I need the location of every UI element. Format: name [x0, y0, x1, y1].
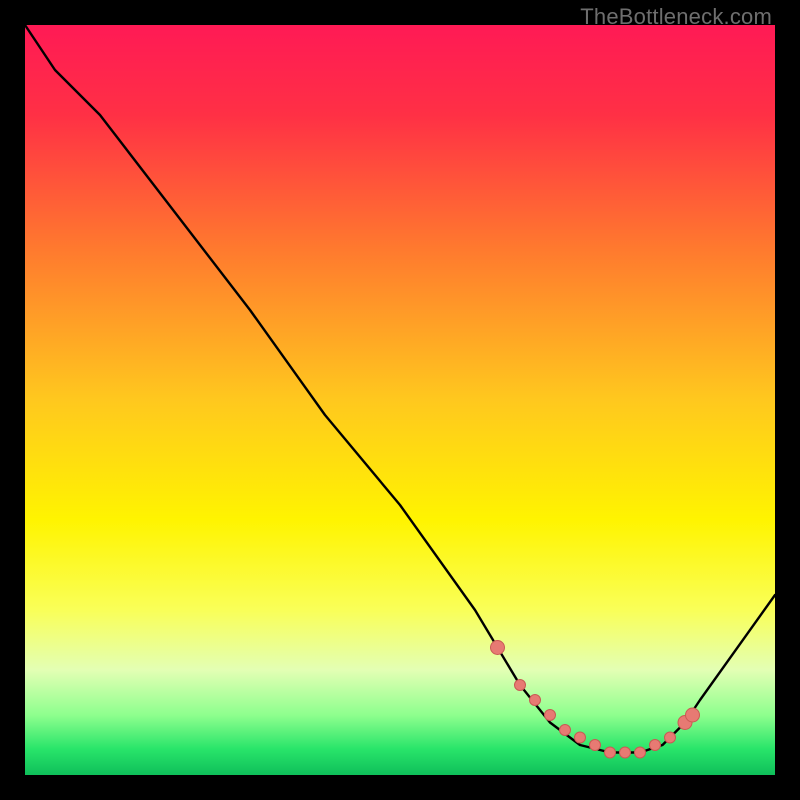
chart-overlay	[25, 25, 775, 775]
marker-dot	[530, 695, 541, 706]
marker-dot	[545, 710, 556, 721]
optimal-range-markers	[491, 641, 700, 759]
chart-stage: TheBottleneck.com	[0, 0, 800, 800]
bottleneck-curve	[25, 25, 775, 753]
marker-dot	[605, 747, 616, 758]
marker-dot	[650, 740, 661, 751]
marker-dot	[686, 708, 700, 722]
marker-dot	[635, 747, 646, 758]
marker-dot	[515, 680, 526, 691]
plot-area	[25, 25, 775, 775]
marker-dot	[620, 747, 631, 758]
marker-dot	[590, 740, 601, 751]
marker-dot	[665, 732, 676, 743]
marker-dot	[575, 732, 586, 743]
marker-dot	[491, 641, 505, 655]
marker-dot	[560, 725, 571, 736]
